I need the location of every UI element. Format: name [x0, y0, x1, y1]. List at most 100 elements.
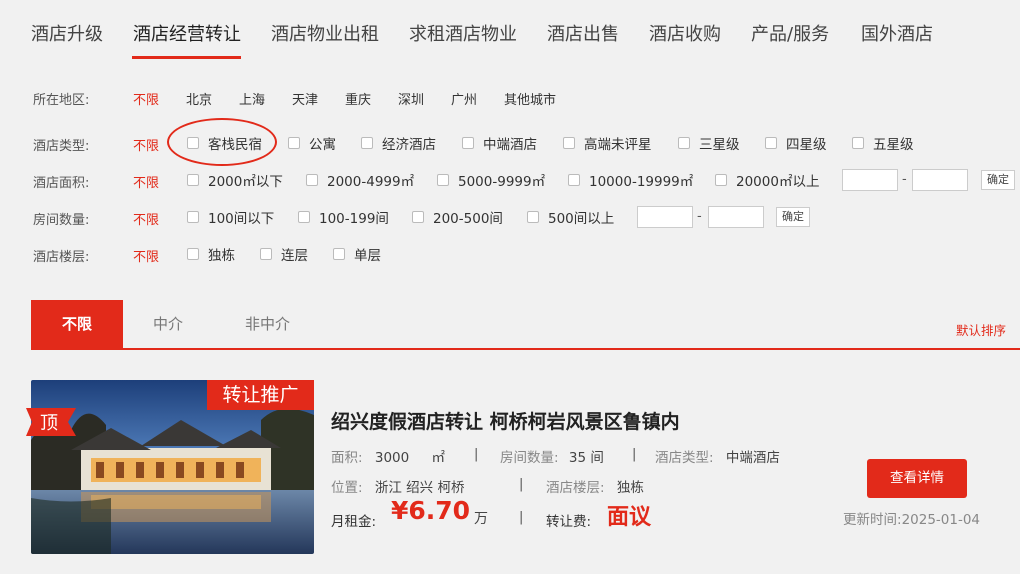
type-checkbox-3star[interactable]: 三星级: [678, 132, 740, 154]
sort-tab-agent[interactable]: 中介: [153, 300, 183, 348]
tab-hotel-transfer[interactable]: 酒店经营转让: [133, 20, 241, 46]
region-option-shenzhen[interactable]: 深圳: [398, 89, 424, 108]
filter-hotel-type: 酒店类型: 不限 客栈民宿 公寓 经济酒店 中端酒店 高端未评星 三星级 四星级…: [0, 132, 1020, 154]
checkbox-box[interactable]: [462, 137, 474, 149]
checkbox-box[interactable]: [306, 174, 318, 186]
floors-option-any[interactable]: 不限: [133, 246, 159, 265]
floors-checkbox-single[interactable]: 单层: [333, 243, 381, 265]
checkbox-box[interactable]: [288, 137, 300, 149]
checkbox-box[interactable]: [298, 211, 310, 223]
listing-rooms: 房间数量: 35 间: [500, 446, 604, 466]
type-checkbox-4star[interactable]: 四星级: [765, 132, 827, 154]
rooms-option-any[interactable]: 不限: [133, 209, 159, 228]
type-checkbox-midrange[interactable]: 中端酒店: [462, 132, 537, 154]
area-checkbox-over20000[interactable]: 20000㎡以上: [715, 169, 819, 191]
checkbox-label: 5000-9999㎡: [458, 174, 546, 190]
separator: |: [519, 477, 524, 492]
region-option-any[interactable]: 不限: [133, 89, 159, 108]
checkbox-box[interactable]: [187, 248, 199, 260]
region-option-beijing[interactable]: 北京: [186, 89, 212, 108]
default-sort-link[interactable]: 默认排序: [956, 320, 1006, 339]
region-option-tianjin[interactable]: 天津: [292, 89, 318, 108]
tab-products-services[interactable]: 产品/服务: [751, 20, 829, 46]
tab-hotel-sale[interactable]: 酒店出售: [547, 20, 619, 46]
sort-tabs: 不限 中介 非中介 默认排序: [31, 300, 1020, 350]
checkbox-box[interactable]: [361, 137, 373, 149]
type-checkbox-5star[interactable]: 五星级: [852, 132, 914, 154]
checkbox-label: 五星级: [873, 137, 914, 153]
listing-location: 位置: 浙江 绍兴 柯桥: [331, 476, 464, 496]
sort-tab-any[interactable]: 不限: [31, 300, 123, 348]
location-label: 位置:: [331, 480, 363, 496]
area-confirm-button[interactable]: 确定: [981, 170, 1015, 190]
area-checkbox-2000-4999[interactable]: 2000-4999㎡: [306, 169, 414, 191]
tab-seek-property[interactable]: 求租酒店物业: [409, 20, 517, 46]
filter-area: 酒店面积: 不限 2000㎡以下 2000-4999㎡ 5000-9999㎡ 1…: [0, 169, 1020, 191]
checkbox-box[interactable]: [715, 174, 727, 186]
checkbox-box[interactable]: [563, 137, 575, 149]
checkbox-label: 连层: [281, 248, 308, 264]
checkbox-box[interactable]: [852, 137, 864, 149]
checkbox-label: 中端酒店: [483, 137, 537, 153]
region-option-shanghai[interactable]: 上海: [239, 89, 265, 108]
rooms-confirm-button[interactable]: 确定: [776, 207, 810, 227]
sort-tab-non-agent[interactable]: 非中介: [245, 300, 290, 348]
area-checkbox-10000-19999[interactable]: 10000-19999㎡: [568, 169, 693, 191]
checkbox-box[interactable]: [678, 137, 690, 149]
area-checkbox-under2000[interactable]: 2000㎡以下: [187, 169, 283, 191]
region-option-other[interactable]: 其他城市: [504, 89, 556, 108]
floors-checkbox-multi[interactable]: 连层: [260, 243, 308, 265]
rooms-checkbox-over500[interactable]: 500间以上: [527, 206, 614, 228]
type-checkbox-apartment[interactable]: 公寓: [288, 132, 336, 154]
rooms-checkbox-under100[interactable]: 100间以下: [187, 206, 274, 228]
tab-hotel-upgrade[interactable]: 酒店升级: [31, 20, 103, 46]
rooms-value: 35 间: [568, 450, 604, 466]
listing-type: 酒店类型: 中端酒店: [655, 446, 780, 466]
tab-hotel-acquire[interactable]: 酒店收购: [649, 20, 721, 46]
floors-label: 酒店楼层:: [546, 480, 605, 496]
area-max-input[interactable]: [912, 169, 968, 191]
checkbox-box[interactable]: [260, 248, 272, 260]
checkbox-box[interactable]: [187, 211, 199, 223]
type-checkbox-economy[interactable]: 经济酒店: [361, 132, 436, 154]
area-min-input[interactable]: [842, 169, 898, 191]
area-checkbox-5000-9999[interactable]: 5000-9999㎡: [437, 169, 545, 191]
region-option-chongqing[interactable]: 重庆: [345, 89, 371, 108]
tab-overseas-hotels[interactable]: 国外酒店: [861, 20, 933, 46]
rooms-label: 房间数量:: [500, 450, 559, 466]
checkbox-label: 单层: [354, 248, 381, 264]
fee-value: 面议: [607, 505, 652, 530]
floors-checkbox-standalone[interactable]: 独栋: [187, 243, 235, 265]
checkbox-label: 独栋: [208, 248, 235, 264]
tab-property-rent[interactable]: 酒店物业出租: [271, 20, 379, 46]
rooms-checkbox-200-500[interactable]: 200-500间: [412, 206, 503, 228]
active-tab-underline: [132, 56, 241, 59]
checkbox-box[interactable]: [765, 137, 777, 149]
area-value: 3000: [374, 450, 410, 466]
filter-region: 所在地区: 不限 北京 上海 天津 重庆 深圳 广州 其他城市: [0, 86, 1020, 108]
type-label: 酒店类型:: [655, 450, 714, 466]
region-option-guangzhou[interactable]: 广州: [451, 89, 477, 108]
area-unit: ㎡: [431, 450, 446, 466]
checkbox-box[interactable]: [412, 211, 424, 223]
area-option-any[interactable]: 不限: [133, 172, 159, 191]
type-option-any[interactable]: 不限: [133, 135, 159, 154]
checkbox-box[interactable]: [187, 174, 199, 186]
checkbox-label: 200-500间: [433, 211, 503, 227]
updated-label: 更新时间:: [843, 512, 902, 528]
checkbox-box[interactable]: [568, 174, 580, 186]
view-details-button[interactable]: 查看详情: [867, 459, 967, 498]
separator: |: [632, 447, 637, 462]
location-value: 浙江 绍兴 柯桥: [374, 480, 465, 496]
filter-label-floors: 酒店楼层:: [33, 250, 90, 265]
checkbox-box[interactable]: [333, 248, 345, 260]
filter-rooms: 房间数量: 不限 100间以下 100-199间 200-500间 500间以上…: [0, 206, 1020, 228]
rooms-max-input[interactable]: [708, 206, 764, 228]
rooms-checkbox-100-199[interactable]: 100-199间: [298, 206, 389, 228]
type-checkbox-highend[interactable]: 高端未评星: [563, 132, 652, 154]
separator: |: [519, 510, 524, 525]
listing-title[interactable]: 绍兴度假酒店转让 柯桥柯岩风景区鲁镇内: [331, 407, 680, 434]
checkbox-box[interactable]: [527, 211, 539, 223]
rooms-min-input[interactable]: [637, 206, 693, 228]
checkbox-box[interactable]: [437, 174, 449, 186]
